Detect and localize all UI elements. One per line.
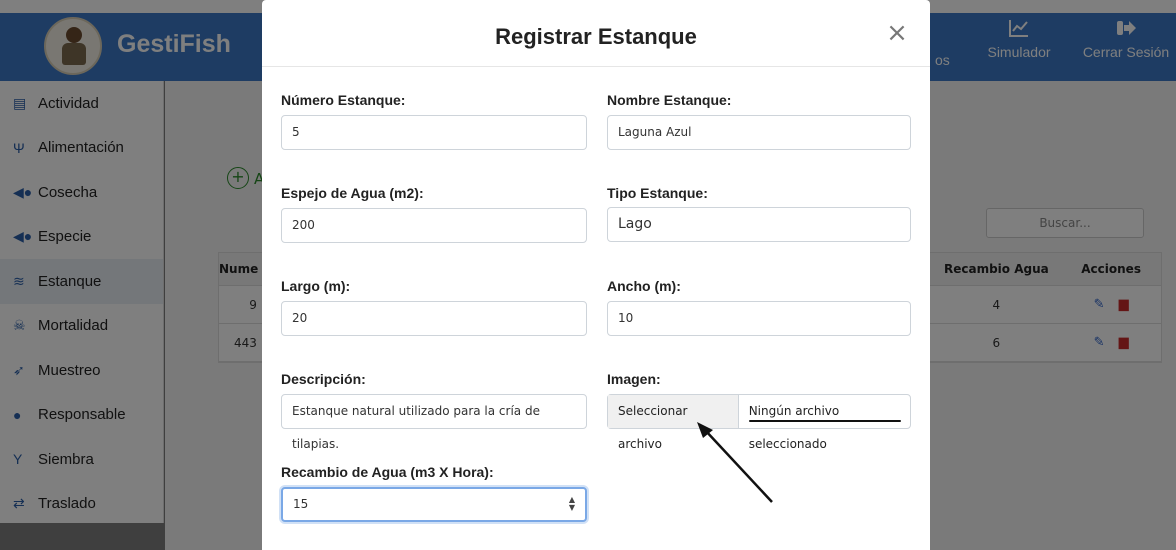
- imagen-label: Imagen:: [607, 371, 661, 387]
- modal-title: Registrar Estanque: [495, 24, 697, 49]
- tipo-label: Tipo Estanque:: [607, 185, 708, 201]
- annotation-arrow-icon: [697, 422, 773, 503]
- recambio-label: Recambio de Agua (m3 X Hora):: [281, 464, 494, 480]
- recambio-value: 15: [293, 497, 309, 511]
- espejo-input[interactable]: 200: [281, 208, 587, 243]
- largo-input[interactable]: 20: [281, 301, 587, 336]
- numero-input[interactable]: 5: [281, 115, 587, 150]
- ancho-input[interactable]: 10: [607, 301, 911, 336]
- close-icon[interactable]: ×: [884, 20, 910, 46]
- ancho-label: Ancho (m):: [607, 278, 681, 294]
- descripcion-label: Descripción:: [281, 371, 366, 387]
- espejo-label: Espejo de Agua (m2):: [281, 185, 424, 201]
- nombre-label: Nombre Estanque:: [607, 92, 732, 108]
- modal-header: Registrar Estanque ×: [262, 0, 930, 67]
- register-pond-modal: Registrar Estanque × Número Estanque: 5 …: [262, 0, 930, 550]
- recambio-number-input[interactable]: 15 ▲ ▼: [281, 487, 587, 522]
- numero-label: Número Estanque:: [281, 92, 406, 108]
- number-spinner-icon[interactable]: ▲ ▼: [569, 496, 575, 512]
- nombre-input[interactable]: Laguna Azul: [607, 115, 911, 150]
- descripcion-input[interactable]: Estanque natural utilizado para la cría …: [281, 394, 587, 451]
- largo-label: Largo (m):: [281, 278, 351, 294]
- tipo-select[interactable]: Lago: [607, 207, 911, 242]
